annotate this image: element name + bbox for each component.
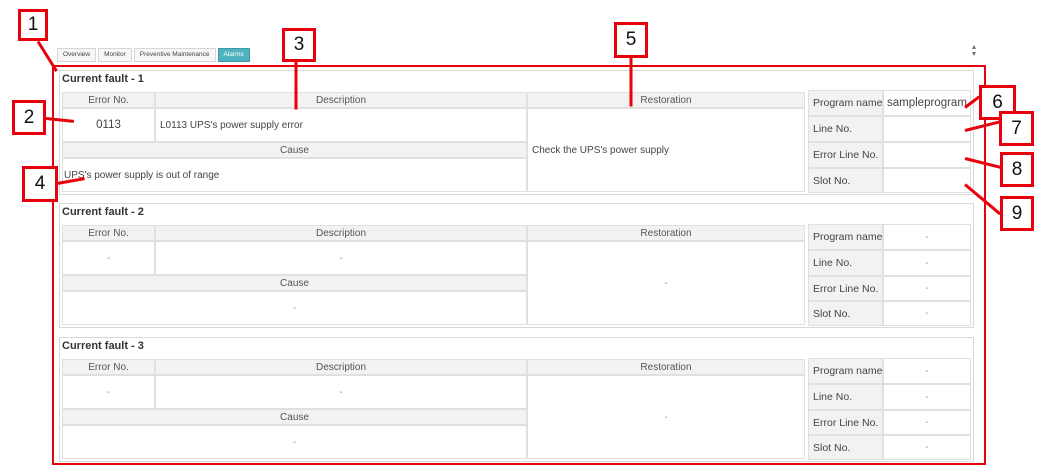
- error-line-no-label: Error Line No.: [808, 276, 883, 301]
- error-line-no-value: -: [883, 276, 971, 301]
- error-no-value: -: [62, 375, 155, 409]
- callout-1: 1: [18, 9, 48, 41]
- line-no-value: -: [883, 384, 971, 410]
- callout-1-leader: [36, 40, 58, 72]
- fault-title: Current fault - 3: [62, 340, 144, 352]
- fault-panel-1: Current fault - 1 Error No. Description …: [59, 70, 974, 195]
- line-no-value: -: [883, 250, 971, 276]
- callout-9: 9: [1000, 196, 1034, 231]
- program-name-label: Program name: [808, 224, 883, 250]
- error-no-header: Error No.: [62, 359, 155, 375]
- program-name-label: Program name: [808, 358, 883, 384]
- error-line-no-value: [883, 142, 971, 168]
- restoration-value: -: [527, 241, 805, 325]
- description-header: Description: [155, 225, 527, 241]
- restoration-header: Restoration: [527, 225, 805, 241]
- error-line-no-label: Error Line No.: [808, 410, 883, 435]
- cause-value: -: [62, 425, 527, 459]
- program-name-value: sampleprogram: [883, 90, 971, 116]
- tab-monitor[interactable]: Monitor: [98, 48, 132, 62]
- restoration-value: -: [527, 375, 805, 459]
- cause-value: UPS's power supply is out of range: [62, 158, 527, 192]
- tab-bar: Overview Monitor Preventive Maintenance …: [57, 48, 250, 62]
- program-name-label: Program name: [808, 90, 883, 116]
- callout-3: 3: [282, 28, 316, 62]
- error-line-no-label: Error Line No.: [808, 142, 883, 168]
- description-value: -: [155, 375, 527, 409]
- line-no-label: Line No.: [808, 250, 883, 276]
- cause-header: Cause: [62, 409, 527, 425]
- error-no-header: Error No.: [62, 92, 155, 108]
- slot-no-label: Slot No.: [808, 435, 883, 460]
- tab-preventive-maintenance[interactable]: Preventive Maintenance: [133, 48, 216, 62]
- restoration-header: Restoration: [527, 92, 805, 108]
- slot-no-label: Slot No.: [808, 301, 883, 326]
- error-line-no-value: -: [883, 410, 971, 435]
- line-no-label: Line No.: [808, 116, 883, 142]
- description-header: Description: [155, 92, 527, 108]
- line-no-label: Line No.: [808, 384, 883, 410]
- callout-2: 2: [12, 100, 46, 135]
- cause-header: Cause: [62, 275, 527, 291]
- callout-3-leader: [294, 61, 298, 110]
- fault-title: Current fault - 2: [62, 206, 144, 218]
- slot-no-value: [883, 168, 971, 193]
- tab-overview[interactable]: Overview: [57, 48, 97, 62]
- error-no-header: Error No.: [62, 225, 155, 241]
- cause-header: Cause: [62, 142, 527, 158]
- description-value: L0113 UPS's power supply error: [155, 108, 527, 142]
- program-name-value: -: [883, 224, 971, 250]
- tab-alarms[interactable]: Alarms: [217, 48, 250, 62]
- fault-panel-2: Current fault - 2 Error No. Description …: [59, 203, 974, 328]
- description-header: Description: [155, 359, 527, 375]
- restoration-header: Restoration: [527, 359, 805, 375]
- cause-value: -: [62, 291, 527, 325]
- callout-5-leader: [629, 57, 633, 107]
- up-down-arrows-icon[interactable]: ▲ ▼: [970, 44, 978, 58]
- line-no-value: [883, 116, 971, 142]
- error-no-value: 0113: [62, 108, 155, 142]
- callout-4: 4: [22, 166, 58, 202]
- slot-no-value: -: [883, 435, 971, 460]
- fault-panel-3: Current fault - 3 Error No. Description …: [59, 337, 974, 462]
- restoration-value: Check the UPS's power supply: [527, 108, 805, 192]
- callout-8: 8: [1000, 152, 1034, 187]
- error-no-value: -: [62, 241, 155, 275]
- slot-no-value: -: [883, 301, 971, 326]
- description-value: -: [155, 241, 527, 275]
- program-name-value: -: [883, 358, 971, 384]
- callout-5: 5: [614, 22, 648, 58]
- slot-no-label: Slot No.: [808, 168, 883, 193]
- callout-7: 7: [999, 111, 1034, 146]
- fault-title: Current fault - 1: [62, 73, 144, 85]
